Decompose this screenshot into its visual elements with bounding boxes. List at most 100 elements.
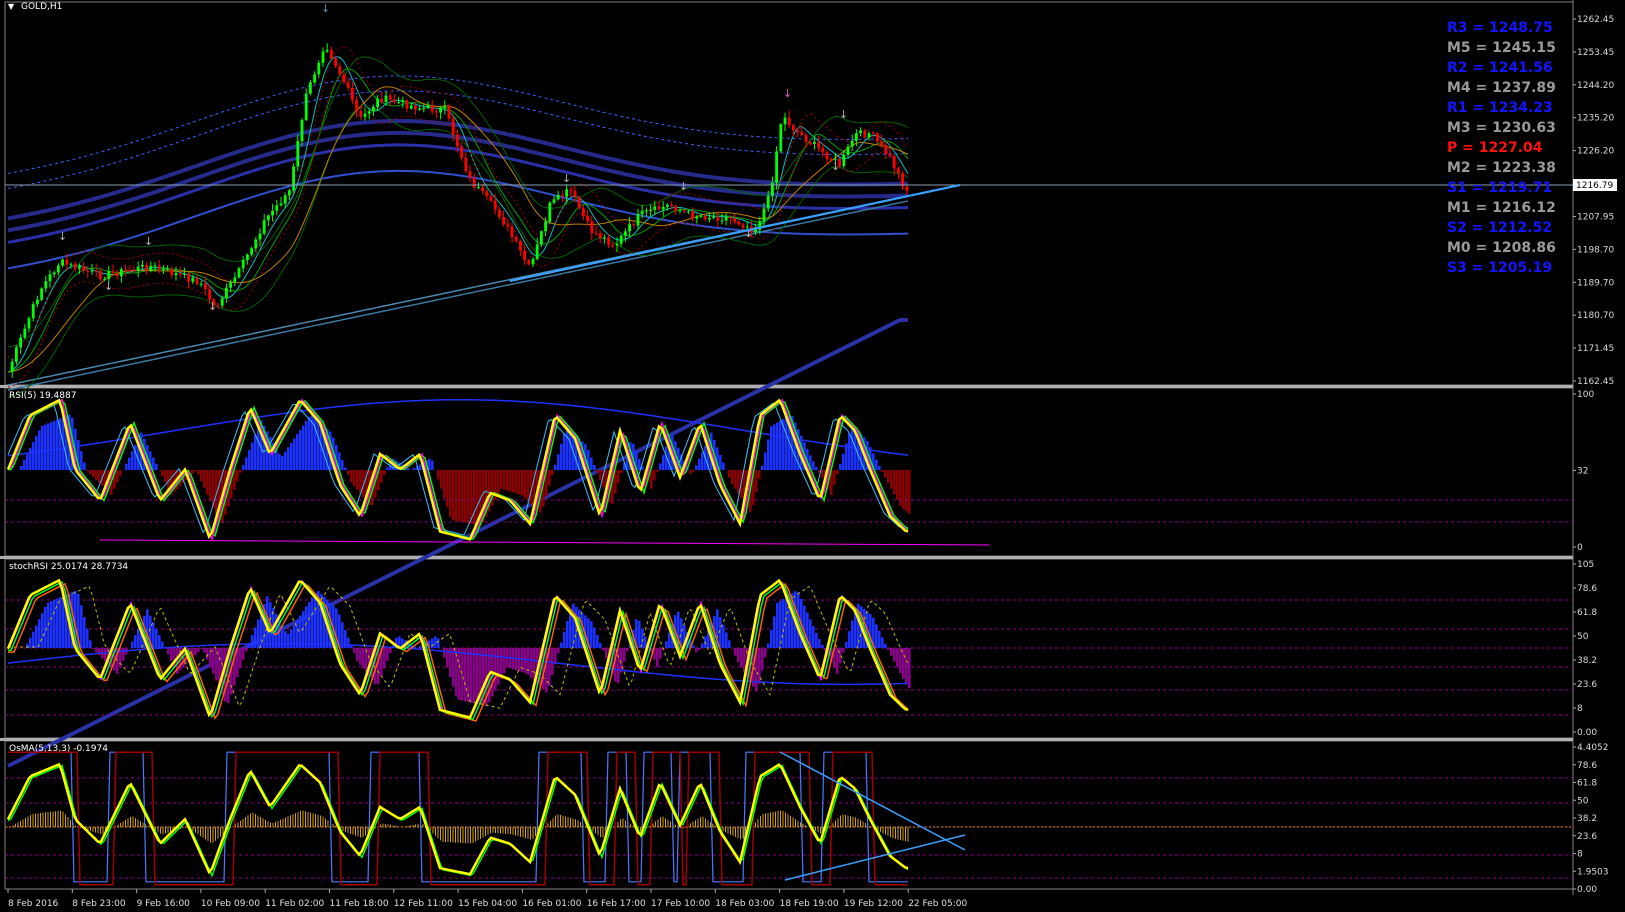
- histogram-bar: [767, 643, 770, 648]
- candle-body: [695, 216, 699, 219]
- candle-body: [481, 187, 484, 191]
- histogram-bar: [452, 648, 455, 687]
- candle-body: [624, 231, 627, 236]
- histogram-bar: [815, 466, 818, 470]
- histogram-bar: [755, 470, 758, 492]
- histogram-bar: [254, 435, 257, 470]
- histogram-bar: [281, 625, 284, 648]
- histogram-bar: [32, 442, 35, 470]
- candle-body: [682, 210, 686, 212]
- candle-body: [430, 105, 434, 112]
- candle-body: [817, 141, 820, 148]
- histogram-bar: [569, 430, 572, 470]
- histogram-bar: [80, 451, 83, 470]
- candle-body: [905, 186, 909, 191]
- rsi-panel-title: RSI(5) 19.4887: [9, 391, 76, 401]
- candle-body: [556, 194, 560, 200]
- histogram-bar: [203, 470, 206, 488]
- candle-body: [451, 118, 455, 135]
- candle-body: [670, 204, 673, 207]
- histogram-bar: [305, 606, 308, 648]
- histogram-bar: [887, 470, 890, 484]
- histogram-bar: [728, 640, 731, 648]
- histogram-bar: [905, 470, 908, 512]
- histogram-bar: [737, 470, 740, 494]
- stoch-axis-tick: 8: [1577, 704, 1583, 714]
- histogram-bar: [767, 439, 770, 470]
- histogram-bar: [353, 470, 356, 487]
- histogram-bar: [308, 601, 311, 648]
- histogram-bar: [293, 438, 296, 470]
- candle-body: [191, 277, 195, 282]
- candle-body: [724, 217, 728, 221]
- histogram-bar: [884, 470, 887, 478]
- candle-body: [170, 268, 174, 276]
- histogram-bar: [56, 598, 59, 648]
- histogram-bar: [284, 451, 287, 470]
- histogram-bar: [761, 648, 764, 671]
- candle-body: [204, 283, 207, 290]
- chart-symbol-title: GOLD,H1: [21, 2, 62, 12]
- histogram-bar: [899, 648, 902, 674]
- histogram-bar: [116, 470, 119, 483]
- price-axis-tick: 1180.70: [1577, 311, 1614, 321]
- histogram-bar: [251, 635, 254, 648]
- histogram-bar: [599, 642, 602, 648]
- histogram-bar: [842, 453, 845, 470]
- histogram-bar: [50, 422, 53, 470]
- histogram-bar: [734, 648, 737, 656]
- candle-body: [267, 215, 270, 221]
- candle-body: [846, 146, 850, 155]
- histogram-bar: [467, 470, 470, 524]
- candle-body: [388, 95, 392, 100]
- candle-body: [636, 214, 640, 226]
- candle-body: [729, 217, 732, 219]
- pivot-label: M1 = 1216.12: [1447, 200, 1556, 216]
- histogram-bar: [779, 420, 782, 470]
- candle-body: [409, 105, 413, 109]
- osma-axis-tick: 61.8: [1577, 779, 1597, 789]
- histogram-bar: [449, 470, 452, 517]
- candle-body: [716, 216, 720, 221]
- histogram-bar: [305, 421, 308, 470]
- candle-body: [792, 125, 795, 131]
- candle-body: [485, 190, 489, 197]
- candle-body: [359, 110, 363, 117]
- histogram-bar: [83, 617, 86, 648]
- histogram-bar: [734, 470, 737, 489]
- histogram-bar: [347, 470, 350, 475]
- histogram-bar: [53, 420, 56, 470]
- histogram-bar: [20, 466, 23, 470]
- histogram-bar: [473, 470, 476, 525]
- stoch-panel-title: stochRSI 25.0174 28.7734: [9, 562, 128, 572]
- histogram-bar: [161, 470, 164, 477]
- histogram-bar: [53, 599, 56, 648]
- histogram-bar: [98, 470, 101, 483]
- candle-body: [863, 130, 867, 138]
- histogram-bar: [383, 648, 386, 669]
- histogram-bar: [878, 630, 881, 648]
- histogram-bar: [566, 620, 569, 648]
- price-axis-tick: 1244.20: [1577, 81, 1614, 91]
- pivot-label: M2 = 1223.38: [1447, 160, 1556, 176]
- histogram-bar: [440, 470, 443, 489]
- dropdown-arrow-icon[interactable]: ▼: [8, 2, 15, 11]
- histogram-bar: [197, 470, 200, 475]
- candle-body: [632, 224, 636, 226]
- histogram-bar: [887, 648, 890, 650]
- histogram-bar: [242, 465, 245, 470]
- histogram-bar: [131, 451, 134, 470]
- osma-axis-tick: 38.2: [1577, 814, 1597, 824]
- candle-body: [590, 221, 594, 234]
- histogram-bar: [659, 463, 662, 470]
- histogram-bar: [251, 442, 254, 470]
- candle-body: [367, 111, 371, 114]
- candle-body: [15, 347, 18, 362]
- candle-body: [183, 273, 186, 275]
- pivot-label: M3 = 1230.63: [1447, 120, 1556, 136]
- histogram-bar: [32, 631, 35, 648]
- chart-canvas[interactable]: ▼ GOLD,H1 ↓↓↓↓↓↓↓↓↓↓↓ 1262.451253.451244…: [0, 0, 1625, 912]
- candle-body: [246, 254, 249, 260]
- candle-body: [23, 328, 27, 338]
- candle-body: [565, 189, 568, 197]
